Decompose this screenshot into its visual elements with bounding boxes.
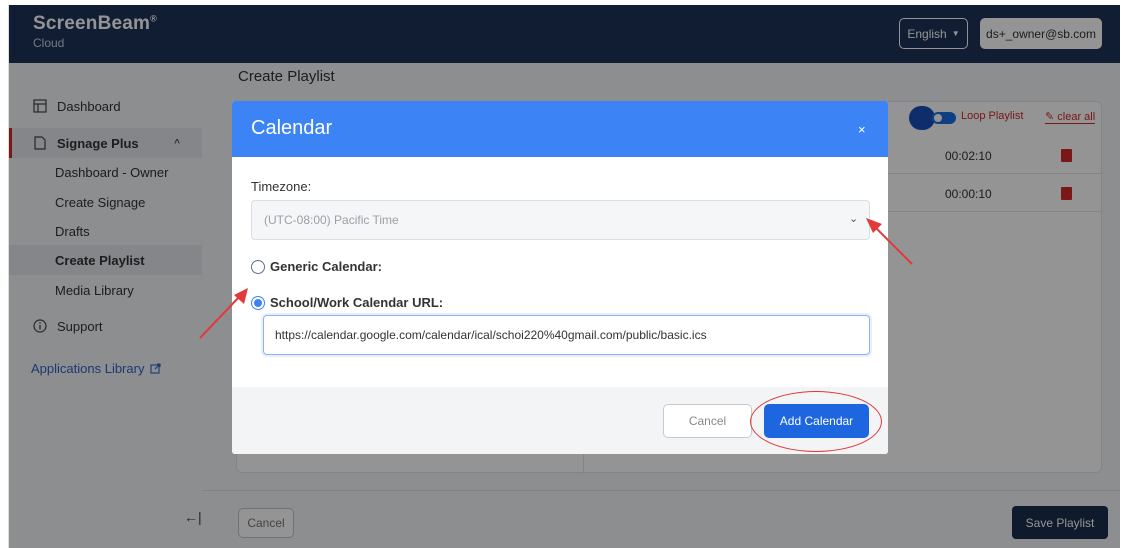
timezone-label: Timezone: [251, 179, 312, 194]
chevron-down-icon: ⌄ [849, 213, 859, 225]
window-edge [1122, 5, 1130, 548]
cancel-button[interactable]: Cancel [663, 404, 752, 438]
timezone-value: (UTC-08:00) Pacific Time [264, 213, 399, 227]
calendar-url-input[interactable] [263, 315, 870, 355]
generic-calendar-option[interactable]: Generic Calendar: [251, 259, 382, 274]
timezone-select[interactable]: (UTC-08:00) Pacific Time ⌄ [251, 200, 870, 240]
generic-calendar-radio[interactable] [251, 259, 265, 274]
modal-header: Calendar × [232, 101, 888, 157]
annotation-ellipse [750, 391, 882, 452]
school-calendar-label: School/Work Calendar URL: [270, 295, 444, 310]
school-calendar-option[interactable]: School/Work Calendar URL: [251, 295, 443, 310]
generic-calendar-label: Generic Calendar: [270, 259, 382, 274]
school-calendar-radio[interactable] [251, 295, 265, 310]
modal-title: Calendar [251, 117, 333, 139]
close-icon[interactable]: × [858, 122, 866, 137]
